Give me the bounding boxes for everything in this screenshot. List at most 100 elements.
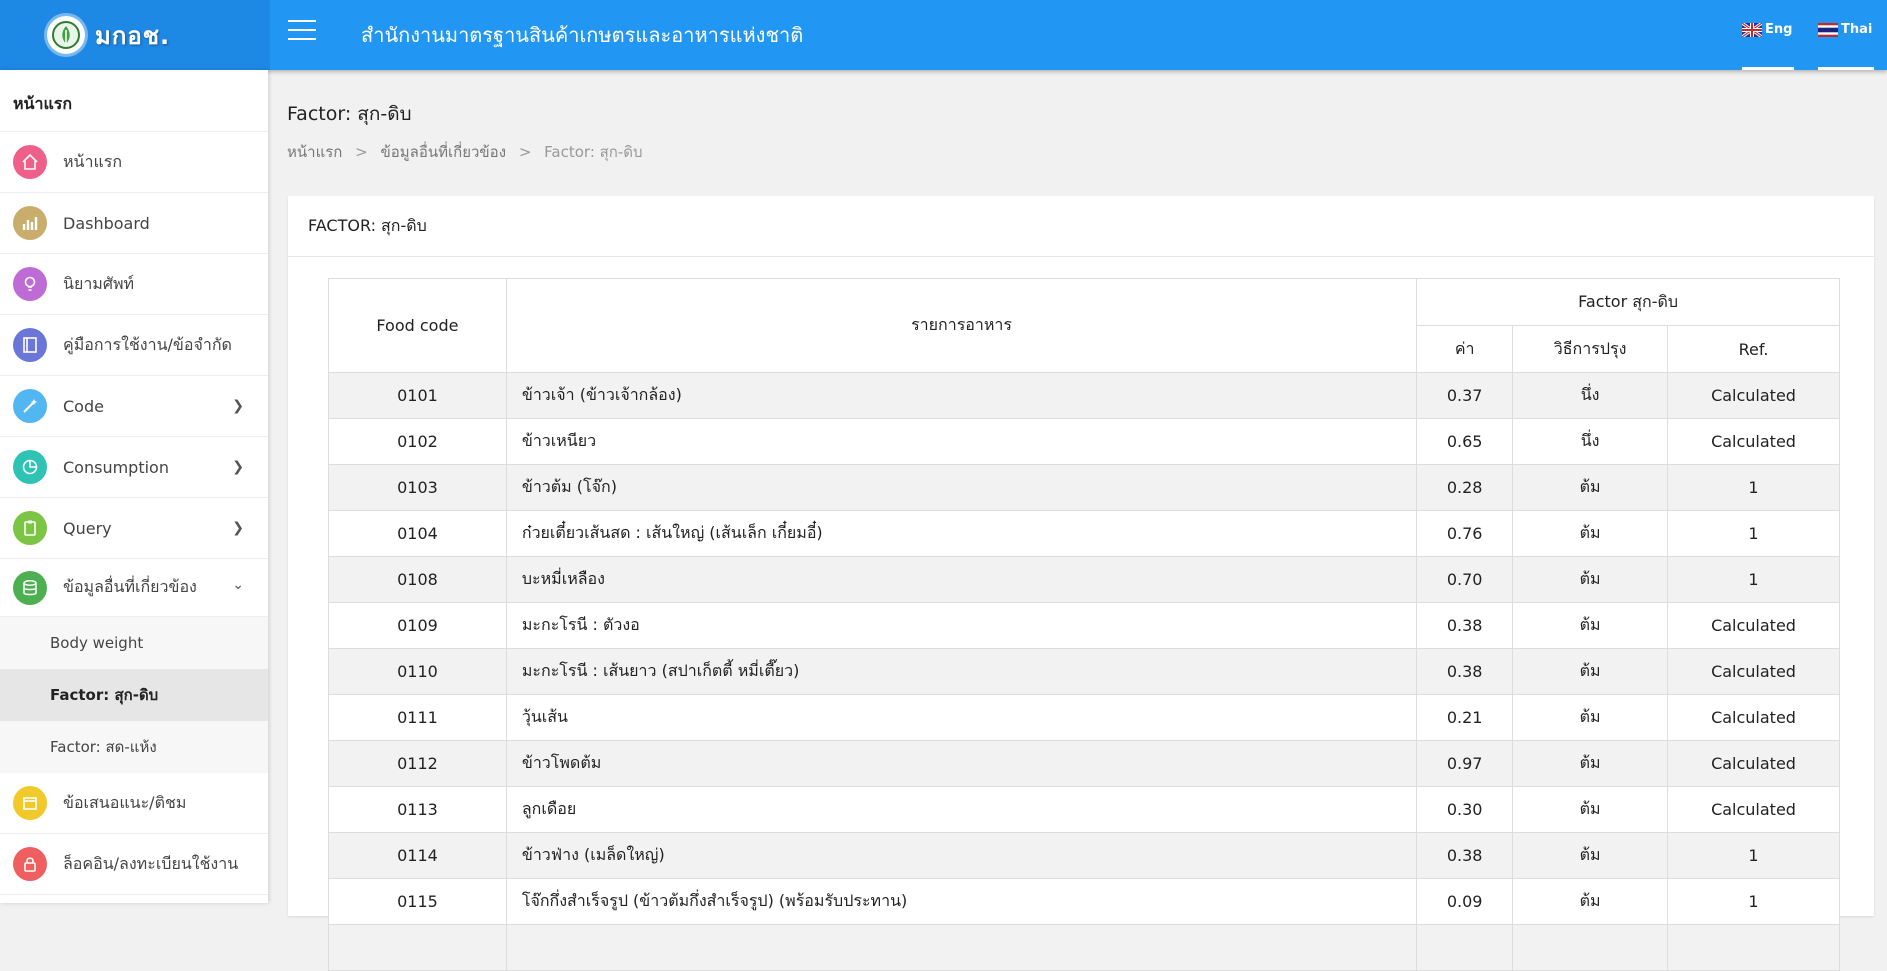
cell-method: ต้ม <box>1512 694 1669 741</box>
cell-value <box>1416 924 1514 971</box>
cell-food-code: 0111 <box>328 694 507 741</box>
cell-value: 0.70 <box>1416 556 1514 603</box>
lang-thai-button[interactable]: Thai <box>1818 22 1872 37</box>
sidebar-item-label: ข้อมูลอื่นที่เกี่ยวข้อง <box>63 577 197 596</box>
cell-ref: 1 <box>1667 832 1840 879</box>
table-row: 0109 มะกะโรนี : ตัวงอ 0.38 ต้ม Calculated <box>328 602 1840 649</box>
cell-food-name: มะกะโรนี : เส้นยาว (สปาเก็ตตี้ หมี่เตี๊ย… <box>505 648 1418 695</box>
home-icon <box>13 145 47 179</box>
cell-method: ต้ม <box>1512 832 1669 879</box>
lang-thai-underline <box>1818 67 1874 70</box>
sidebar-item-label: นิยามศัพท์ <box>63 273 135 293</box>
cell-value: 0.38 <box>1416 602 1514 649</box>
table-row: 0103 ข้าวต้ม (โจ๊ก) 0.28 ต้ม 1 <box>328 464 1840 511</box>
sidebar-item-login[interactable]: ล็อคอิน/ลงทะเบียนใช้งาน <box>0 834 268 895</box>
chevron-right-icon: ❯ <box>232 520 244 536</box>
cell-method: ต้ม <box>1512 740 1669 787</box>
cell-food-name: ลูกเดือย <box>505 786 1418 833</box>
table-row: 0102 ข้าวเหนียว 0.65 นึ่ง Calculated <box>328 418 1840 465</box>
sidebar-item-related-data[interactable]: ข้อมูลอื่นที่เกี่ยวข้อง ⌄ <box>0 559 268 617</box>
book-icon <box>13 328 47 362</box>
cell-ref: Calculated <box>1667 648 1840 695</box>
table-row: 0112 ข้าวโพดต้ม 0.97 ต้ม Calculated <box>328 740 1840 787</box>
sidebar-item-consumption[interactable]: Consumption ❯ <box>0 437 268 498</box>
sidebar: หน้าแรก หน้าแรก Dashboard นิยามศัพท์ คู่… <box>0 70 268 903</box>
cell-food-code: 0110 <box>328 648 507 695</box>
cell-ref: 1 <box>1667 510 1840 557</box>
col-header-factor-group: Factor สุก-ดิบ <box>1416 278 1840 326</box>
table-row: 0113 ลูกเดือย 0.30 ต้ม Calculated <box>328 786 1840 833</box>
breadcrumb-home-link[interactable]: หน้าแรก <box>287 143 342 161</box>
cell-value: 0.38 <box>1416 648 1514 695</box>
hamburger-icon-bar <box>288 38 316 40</box>
cell-value: 0.38 <box>1416 832 1514 879</box>
cell-ref: Calculated <box>1667 372 1840 419</box>
lightbulb-icon <box>13 267 47 301</box>
cell-food-code: 0108 <box>328 556 507 603</box>
sidebar-subitem-body-weight[interactable]: Body weight <box>0 617 268 669</box>
cell-method: ต้ม <box>1512 556 1669 603</box>
sidebar-item-label: หน้าแรก <box>63 151 123 171</box>
breadcrumb-related-data-link[interactable]: ข้อมูลอื่นที่เกี่ยวข้อง <box>381 143 507 161</box>
brand-name: มกอช. <box>95 21 171 50</box>
hamburger-icon-bar <box>288 29 316 31</box>
table-body: 0101 ข้าวเจ้า (ข้าวเจ้ากล้อง) 0.37 นึ่ง Calc… <box>328 372 1840 971</box>
cell-ref <box>1667 924 1840 971</box>
lang-english-button[interactable]: Eng <box>1742 22 1792 37</box>
sidebar-item-dashboard[interactable]: Dashboard <box>0 193 268 254</box>
cell-food-name: ข้าวเจ้า (ข้าวเจ้ากล้อง) <box>505 372 1418 419</box>
cell-value: 0.97 <box>1416 740 1514 787</box>
cell-food-name: บะหมี่เหลือง <box>505 556 1418 603</box>
sidebar-item-home[interactable]: หน้าแรก <box>0 132 268 193</box>
cell-method: ต้ม <box>1512 878 1669 925</box>
factor-card: FACTOR: สุก-ดิบ Food code รายการอาหาร Fa… <box>288 196 1874 971</box>
sidebar-item-glossary[interactable]: นิยามศัพท์ <box>0 254 268 315</box>
sidebar-item-label: ข้อเสนอแนะ/ติชม <box>63 792 187 812</box>
sidebar-item-feedback[interactable]: ข้อเสนอแนะ/ติชม <box>0 773 268 834</box>
breadcrumb-separator: > <box>518 143 532 161</box>
lang-thai-label: Thai <box>1841 22 1873 37</box>
cell-food-code: 0113 <box>328 786 507 833</box>
sidebar-header: หน้าแรก <box>0 70 268 132</box>
table-row: 0104 ก๋วยเตี๋ยวเส้นสด : เส้นใหญ่ (เส้นเล็… <box>328 510 1840 557</box>
breadcrumb-separator: > <box>355 143 368 161</box>
cell-food-code: 0102 <box>328 418 507 465</box>
header-title: สำนักงานมาตรฐานสินค้าเกษตรและอาหารแห่งชา… <box>361 23 804 47</box>
sidebar-item-manual[interactable]: คู่มือการใช้งาน/ข้อจำกัด <box>0 315 268 376</box>
database-icon <box>13 570 47 605</box>
chevron-right-icon: ❯ <box>232 398 244 414</box>
sidebar-item-query[interactable]: Query ❯ <box>0 498 268 559</box>
uk-flag-icon <box>1742 22 1762 37</box>
sidebar-item-label: Query <box>63 518 112 538</box>
brand[interactable]: มกอช. <box>0 0 270 70</box>
col-header-value: ค่า <box>1416 325 1514 373</box>
chevron-down-icon: ⌄ <box>232 577 244 593</box>
cell-food-code: 0112 <box>328 740 507 787</box>
cell-value: 0.28 <box>1416 464 1514 511</box>
cell-food-code: 0109 <box>328 602 507 649</box>
cell-food-code <box>328 924 507 971</box>
page-title: Factor: สุก-ดิบ <box>287 103 412 125</box>
table-row: 0111 วุ้นเส้น 0.21 ต้ม Calculated <box>328 694 1840 741</box>
cell-food-name <box>505 924 1418 971</box>
cell-ref: Calculated <box>1667 418 1840 465</box>
sidebar-item-label: Consumption <box>63 457 169 477</box>
cell-food-code: 0114 <box>328 832 507 879</box>
cell-food-code: 0101 <box>328 372 507 419</box>
logo-icon <box>47 16 85 54</box>
sidebar-item-code[interactable]: Code ❯ <box>0 376 268 437</box>
menu-toggle-button[interactable] <box>288 20 316 42</box>
cell-value: 0.76 <box>1416 510 1514 557</box>
sidebar-subitem-factor-cooked-raw[interactable]: Factor: สุก-ดิบ <box>0 669 268 721</box>
col-header-food-name: รายการอาหาร <box>505 278 1418 373</box>
cell-food-name: โจ๊กกึ่งสำเร็จรูป (ข้าวต้มกึ่งสำเร็จรูป)… <box>505 878 1418 925</box>
chevron-right-icon: ❯ <box>232 459 244 475</box>
sidebar-subitem-factor-fresh-dry[interactable]: Factor: สด-แห้ง <box>0 721 268 773</box>
cell-method: ต้ม <box>1512 786 1669 833</box>
cell-method <box>1512 924 1669 971</box>
cell-method: ต้ม <box>1512 510 1669 557</box>
lang-english-label: Eng <box>1765 22 1793 37</box>
cell-ref: Calculated <box>1667 694 1840 741</box>
cell-food-name: ข้าวต้ม (โจ๊ก) <box>505 464 1418 511</box>
bar-chart-icon <box>13 206 47 240</box>
